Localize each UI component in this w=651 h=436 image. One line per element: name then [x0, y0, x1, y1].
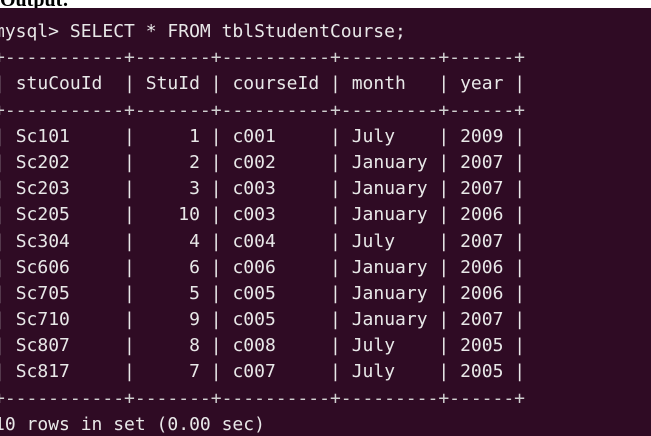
table-row: | Sc304 | 4 | c004 | July | 2007 |	[0, 230, 526, 252]
table-cell-stuCouId: Sc205	[15, 204, 70, 226]
table-cell-year: year	[460, 73, 504, 95]
table-cell-StuId: 2	[189, 151, 200, 173]
table-cell-StuId: 5	[189, 282, 200, 304]
table-cell-month: July	[351, 125, 396, 147]
table-cell-courseId: c003	[232, 204, 276, 226]
table-cell-month: January	[351, 204, 428, 226]
table-cell-stuCouId: Sc101	[15, 125, 70, 147]
table-cell-year: 2006	[460, 256, 504, 278]
table-cell-courseId: c005	[232, 309, 276, 331]
table-cell-stuCouId: Sc606	[15, 256, 70, 278]
table-cell-year: 2007	[460, 178, 504, 200]
table-cell-year: 2009	[460, 125, 504, 147]
table-border-bottom: +-----------+-------+----------+--------…	[0, 387, 526, 409]
table-cell-stuCouId: Sc203	[15, 178, 70, 200]
table-cell-courseId: c007	[232, 361, 276, 383]
terminal-window[interactable]: mysql> SELECT * FROM tblStudentCourse; +-…	[0, 8, 651, 436]
table-row: | Sc205 | 10 | c003 | January | 2006 |	[0, 204, 526, 226]
table-border-top: +-----------+-------+----------+--------…	[0, 47, 526, 69]
table-cell-month: January	[351, 309, 428, 331]
command-line: mysql> SELECT * FROM tblStudentCourse;	[0, 19, 525, 45]
table-border-header: +-----------+-------+----------+--------…	[0, 99, 526, 121]
table-cell-courseId: c001	[232, 125, 276, 147]
table-cell-year: 2007	[460, 151, 504, 173]
table-cell-stuCouId: Sc817	[15, 361, 70, 383]
table-cell-courseId: c006	[232, 256, 276, 278]
table-cell-StuId: 3	[189, 178, 200, 200]
table-row: | Sc101 | 1 | c001 | July | 2009 |	[0, 125, 526, 147]
output-caption: Output:	[0, 0, 73, 8]
table-cell-courseId: courseId	[232, 73, 320, 95]
table-header-row: | stuCouId | StuId | courseId | month | …	[0, 73, 526, 95]
table-cell-StuId: 7	[189, 361, 200, 383]
table-cell-month: July	[351, 230, 396, 252]
table-cell-stuCouId: Sc202	[15, 151, 70, 173]
table-cell-stuCouId: Sc705	[15, 282, 70, 304]
table-cell-month: January	[351, 178, 428, 200]
terminal-output: mysql> SELECT * FROM tblStudentCourse; +-…	[0, 19, 525, 436]
table-cell-month: July	[351, 361, 396, 383]
table-cell-year: 2005	[460, 361, 504, 383]
table-cell-month: month	[351, 73, 406, 95]
table-row: | Sc203 | 3 | c003 | January | 2007 |	[0, 178, 526, 200]
table-cell-month: July	[351, 335, 396, 357]
table-cell-StuId: 9	[189, 309, 200, 331]
mysql-prompt: mysql>	[0, 21, 70, 42]
table-cell-StuId: 8	[189, 335, 200, 357]
result-summary: 10 rows in set (0.00 sec)	[0, 413, 265, 435]
table-cell-year: 2006	[460, 282, 504, 304]
table-cell-StuId: StuId	[145, 73, 200, 95]
table-cell-StuId: 1	[189, 125, 200, 147]
table-cell-stuCouId: Sc710	[15, 309, 70, 331]
table-cell-month: January	[351, 256, 428, 278]
table-cell-StuId: 10	[178, 204, 200, 226]
table-cell-year: 2007	[460, 230, 504, 252]
table-cell-stuCouId: Sc304	[15, 230, 70, 252]
table-row: | Sc202 | 2 | c002 | January | 2007 |	[0, 151, 526, 173]
table-row: | Sc710 | 9 | c005 | January | 2007 |	[0, 309, 526, 331]
table-cell-year: 2007	[460, 309, 504, 331]
table-cell-month: January	[351, 151, 428, 173]
table-cell-stuCouId: stuCouId	[15, 73, 103, 95]
table-cell-year: 2006	[460, 204, 504, 226]
table-cell-year: 2005	[460, 335, 504, 357]
sql-command: SELECT * FROM tblStudentCourse;	[69, 21, 406, 42]
table-row: | Sc807 | 8 | c008 | July | 2005 |	[0, 335, 526, 357]
table-cell-StuId: 6	[189, 256, 200, 278]
table-cell-courseId: c002	[232, 151, 276, 173]
table-row: | Sc606 | 6 | c006 | January | 2006 |	[0, 256, 526, 278]
table-cell-courseId: c008	[232, 335, 276, 357]
page: Output: mysql> SELECT * FROM tblStudentC…	[0, 0, 651, 436]
table-cell-StuId: 4	[189, 230, 200, 252]
table-cell-month: January	[351, 282, 428, 304]
table-row: | Sc705 | 5 | c005 | January | 2006 |	[0, 282, 526, 304]
table-cell-courseId: c003	[232, 178, 276, 200]
table-body: | Sc101 | 1 | c001 | July | 2009 | | Sc20…	[0, 124, 525, 386]
table-cell-stuCouId: Sc807	[15, 335, 70, 357]
table-cell-courseId: c004	[232, 230, 276, 252]
table-cell-courseId: c005	[232, 282, 276, 304]
table-row: | Sc817 | 7 | c007 | July | 2005 |	[0, 361, 526, 383]
